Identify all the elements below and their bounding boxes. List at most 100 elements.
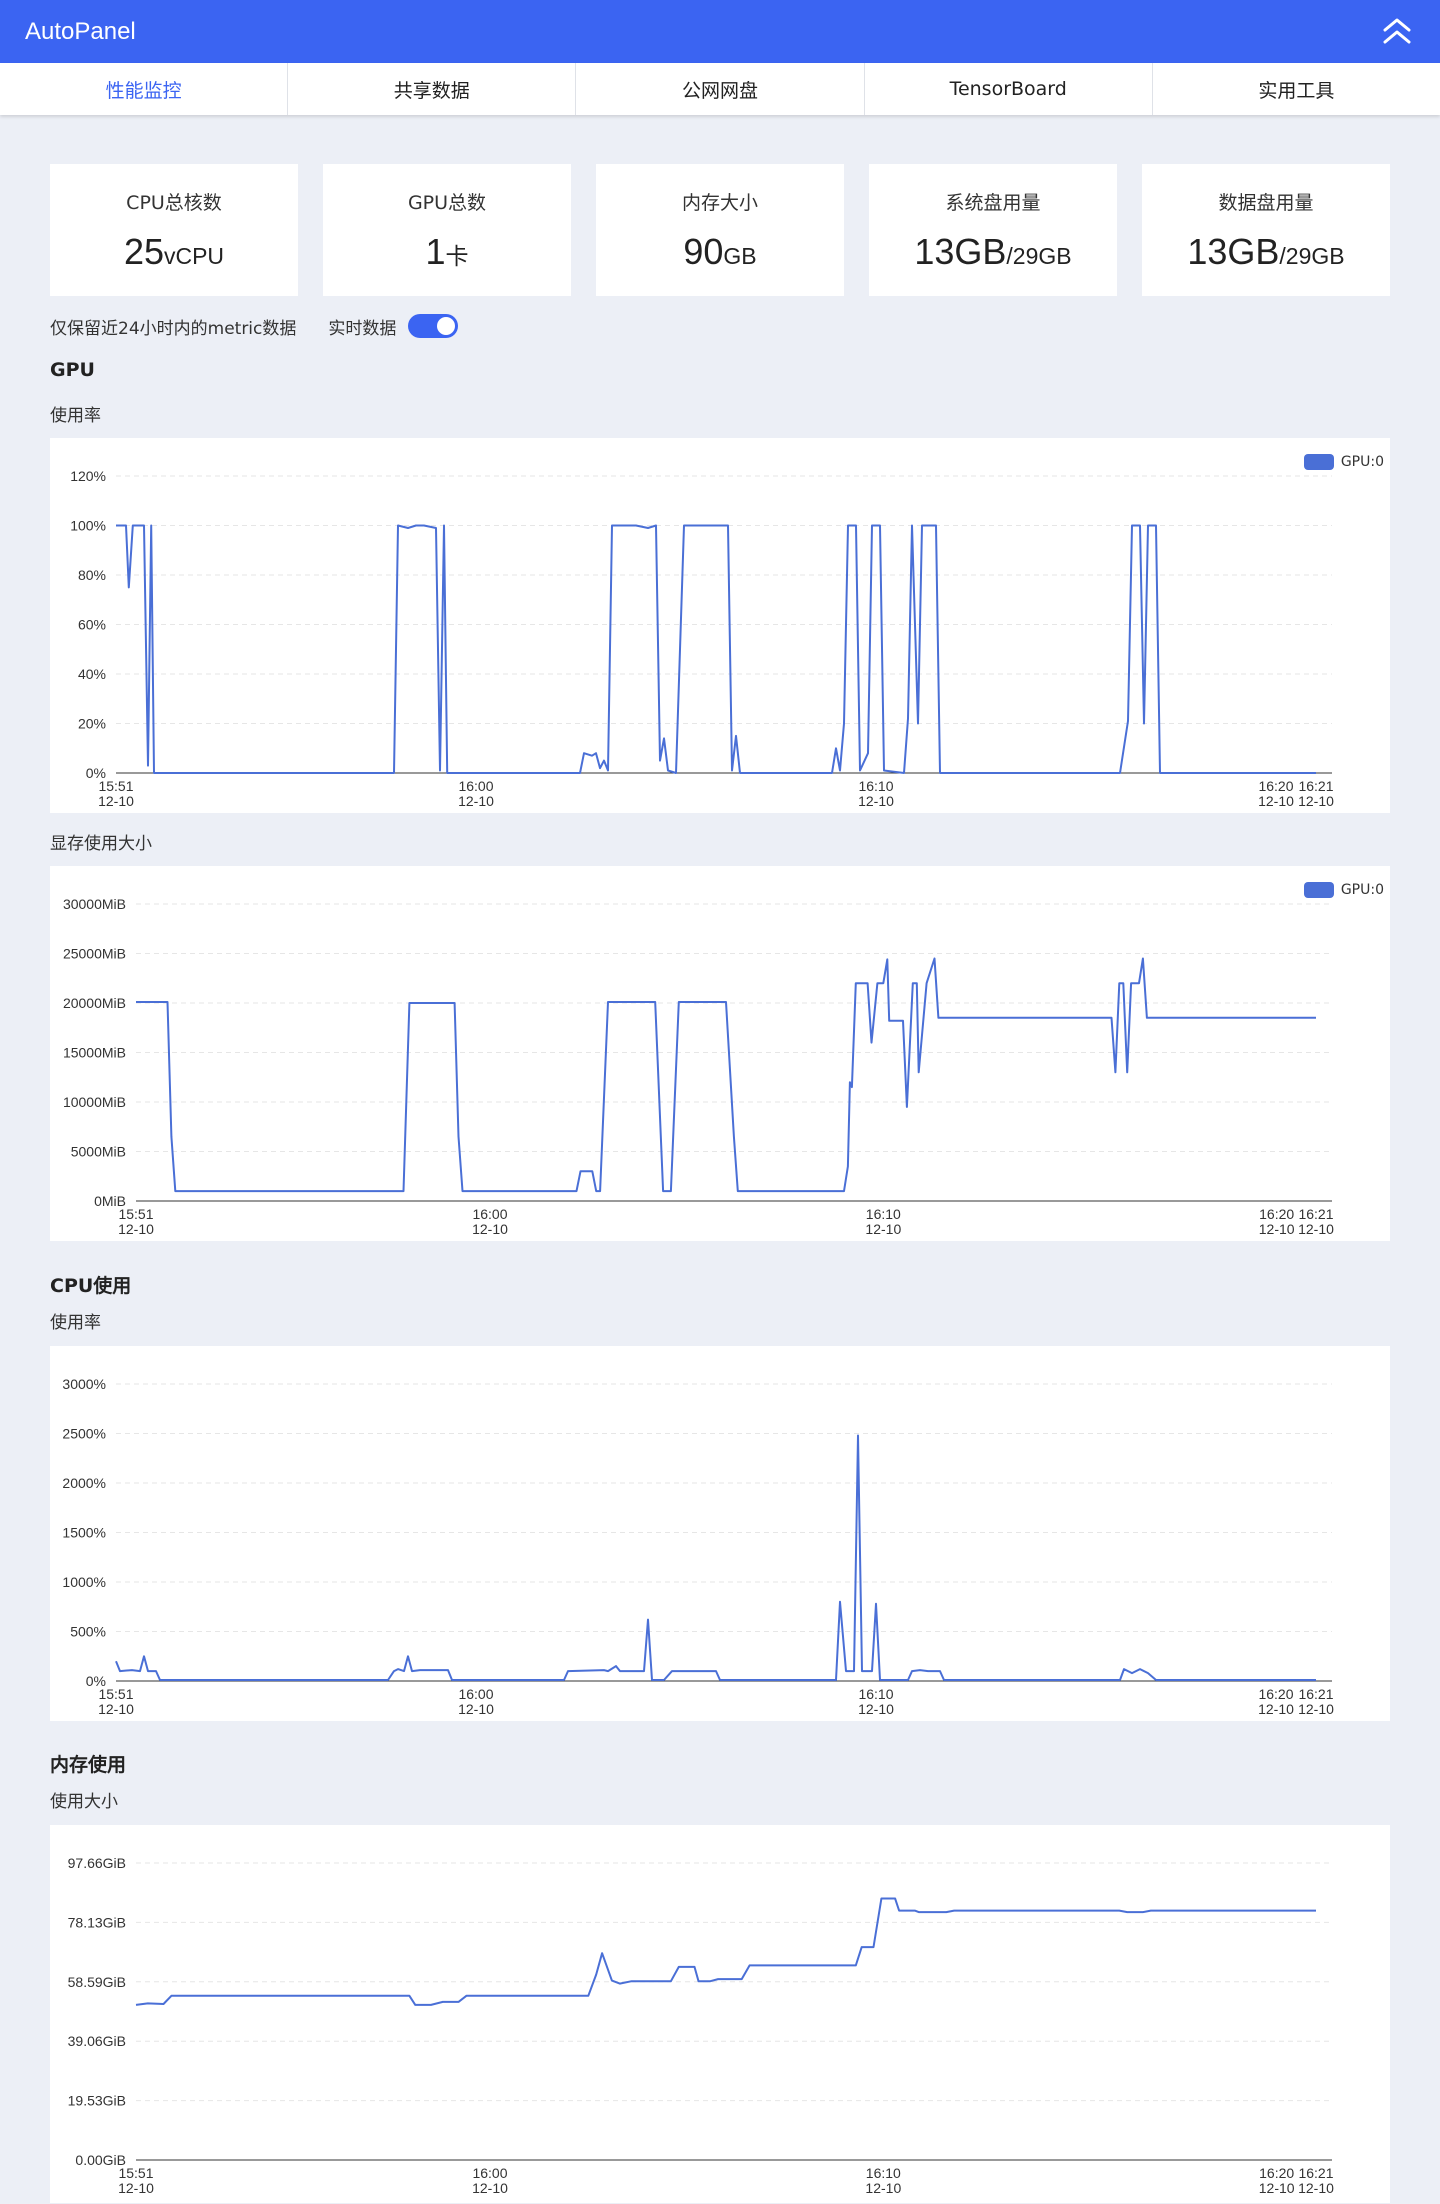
x-tick-time: 16:10 [858,1686,893,1702]
realtime-toggle[interactable] [408,314,459,338]
retention-note: 仅保留近24小时内的metric数据 [50,318,297,339]
y-tick-label: 19.53GiB [68,2093,126,2109]
realtime-label: 实时数据 [328,318,397,339]
tab-shared-data[interactable]: 共享数据 [288,63,577,115]
double-chevron-up-icon[interactable] [1379,14,1415,50]
app-title: AutoPanel [25,17,136,45]
y-tick-label: 100% [70,518,106,534]
subtitle-cpu-util: 使用率 [50,1313,101,1333]
legend-label: GPU:0 [1340,882,1384,898]
stat-unit: vCPU [163,242,225,269]
legend-gpu-mem[interactable]: GPU:0 [1303,882,1384,898]
stats-cards: CPU总核数 25vCPU GPU总数 1卡 内存大小 90GB 系统盘用量 1… [50,164,1390,296]
y-tick-label: 25000MiB [63,946,126,962]
stat-value: 90GB [683,230,757,272]
legend-label: GPU:0 [1340,454,1384,470]
y-tick-label: 40% [78,666,106,682]
x-tick-date: 12-10 [1298,1221,1334,1237]
stat-card-memory-size: 内存大小 90GB [596,164,844,296]
y-tick-label: 3000% [62,1376,106,1392]
y-tick-label: 80% [78,567,106,583]
stat-value: 13GB/29GB [914,230,1072,272]
x-tick-time: 16:10 [866,1206,901,1222]
chart-cpu-util: 0% 500% 1000% 1500% 2000% 2500% 3000% 15:51 12-1… [50,1346,1390,1721]
stat-card-gpu-count: GPU总数 1卡 [323,164,571,296]
stat-label: GPU总数 [407,191,487,214]
y-tick-label: 78.13GiB [68,1914,126,1930]
toggle-knob [437,317,456,335]
x-tick-date: 12-10 [865,2180,901,2196]
x-tick-date: 12-10 [98,793,134,809]
options-row: 仅保留近24小时内的metric数据 实时数据 [50,314,459,339]
stat-card-cpu-cores: CPU总核数 25vCPU [50,164,298,296]
stat-unit: GB [723,242,757,269]
x-tick-time: 15:51 [98,1686,133,1702]
y-tick-label: 1000% [62,1574,106,1590]
x-tick-time: 16:20 [1259,2165,1294,2181]
subtitle-mem-used: 使用大小 [50,1792,118,1812]
x-tick-time: 16:20 [1258,778,1293,794]
x-tick-date: 12-10 [1298,793,1334,809]
stat-unit: 卡 [445,242,469,269]
y-tick-label: 30000MiB [63,896,126,912]
subtitle-gpu-mem: 显存使用大小 [50,834,152,854]
legend-gpu-util[interactable]: GPU:0 [1303,454,1384,470]
x-tick-time: 16:00 [472,2165,507,2181]
stat-label: 内存大小 [681,191,758,214]
series-line [135,1897,1316,2006]
x-tick-date: 12-10 [472,2180,508,2196]
x-tick-time: 16:21 [1298,2165,1333,2181]
x-tick-time: 16:00 [458,1686,493,1702]
stat-card-data-disk: 数据盘用量 13GB/29GB [1142,164,1390,296]
y-tick-label: 39.06GiB [68,2033,126,2049]
x-tick-time: 15:51 [118,1206,153,1222]
x-tick-time: 16:20 [1259,1206,1294,1222]
series-line [115,1434,1316,1681]
stat-label: 数据盘用量 [1218,191,1314,214]
x-tick-date: 12-10 [858,793,894,809]
section-title-memory: 内存使用 [50,1754,127,1776]
gpu-util-chart-svg: 0%20%40%60%80%100%120%15:5112-1016:0012-… [70,468,1334,809]
y-tick-label: 5000MiB [71,1144,126,1160]
x-tick-time: 16:21 [1298,1686,1333,1702]
x-tick-date: 12-10 [1258,793,1294,809]
x-tick-time: 15:51 [98,778,133,794]
stat-unit: /29GB [1279,242,1345,269]
x-tick-date: 12-10 [1298,2180,1334,2196]
x-tick-date: 12-10 [458,1701,494,1717]
tab-utilities[interactable]: 实用工具 [1153,63,1440,115]
y-tick-label: 15000MiB [63,1045,126,1061]
subtitle-gpu-util: 使用率 [50,406,101,426]
cpu-util-chart-svg: 0%500%1000%1500%2000%2500%3000%15:5112-1… [62,1376,1334,1717]
section-title-gpu: GPU [50,359,95,381]
tab-performance-monitor[interactable]: 性能监控 [0,63,289,115]
stat-value: 13GB/29GB [1187,230,1345,272]
x-tick-date: 12-10 [1298,1701,1334,1717]
legend-swatch [1303,454,1334,470]
stat-label: 系统盘用量 [945,191,1041,214]
x-tick-date: 12-10 [865,1221,901,1237]
tab-public-netdisk[interactable]: 公网网盘 [576,63,865,115]
x-tick-date: 12-10 [1259,1221,1295,1237]
stat-value: 25vCPU [123,230,225,272]
y-tick-label: 97.66GiB [68,1855,126,1871]
x-tick-time: 16:10 [866,2165,901,2181]
y-tick-label: 2500% [62,1426,106,1442]
x-tick-time: 15:51 [118,2165,153,2181]
x-tick-date: 12-10 [458,793,494,809]
x-tick-date: 12-10 [1259,2180,1295,2196]
section-title-cpu: CPU使用 [50,1275,132,1297]
tab-tensorboard[interactable]: TensorBoard [865,63,1153,115]
y-tick-label: 58.59GiB [68,1974,126,1990]
x-tick-time: 16:10 [858,778,893,794]
y-tick-label: 500% [70,1624,106,1640]
y-tick-label: 20000MiB [63,995,126,1011]
x-tick-date: 12-10 [98,1701,134,1717]
x-tick-date: 12-10 [118,1221,154,1237]
y-tick-label: 20% [78,716,106,732]
stat-value: 1卡 [425,230,469,272]
y-tick-label: 120% [70,468,106,484]
series-line [136,957,1316,1193]
gpu-mem-chart-svg: 0MiB5000MiB10000MiB15000MiB20000MiB25000… [63,896,1334,1237]
stat-card-system-disk: 系统盘用量 13GB/29GB [869,164,1117,296]
